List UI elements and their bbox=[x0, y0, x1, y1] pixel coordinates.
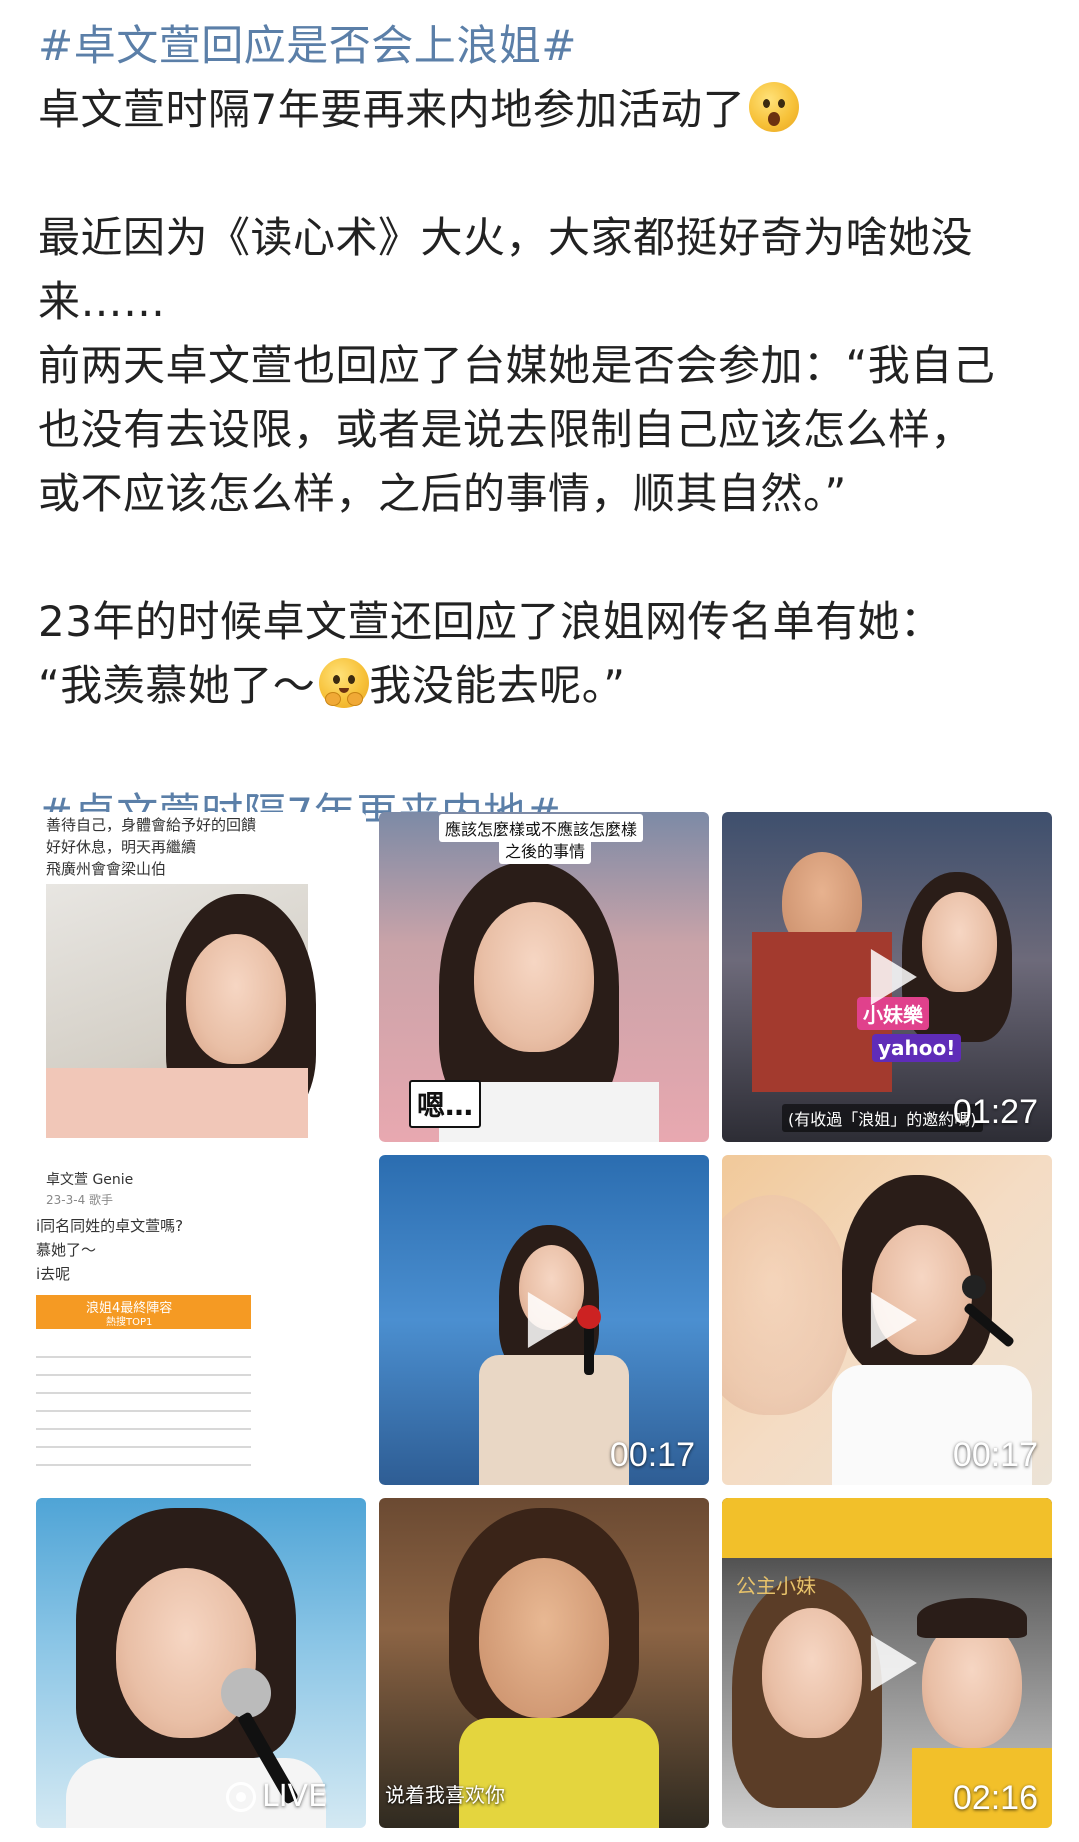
post-line: 最近因为《读心术》大火，大家都挺好奇为啥她没 bbox=[38, 213, 974, 262]
trending-banner: 浪姐4最終陣容 熱搜TOP1 bbox=[36, 1295, 251, 1329]
post-line: 也没有去设限，或者是说去限制自己应该怎么样， bbox=[38, 405, 974, 454]
screen-text-line: i同名同姓的卓文萱嗎? bbox=[36, 1217, 184, 1235]
screen-text-line: 善待自己，身體會給予好的回饋 bbox=[46, 816, 257, 834]
post-line: 卓文萱时隔7年要再来内地参加活动了 bbox=[38, 78, 1048, 142]
live-icon bbox=[226, 1781, 256, 1812]
post-line: 或不应该怎么样，之后的事情，顺其自然。” bbox=[38, 469, 847, 518]
live-badge: LIVE bbox=[226, 1779, 327, 1814]
play-icon bbox=[870, 949, 917, 1005]
screen-text-line: 飛廣州會會梁山伯 bbox=[46, 860, 167, 878]
screen-text-line: 卓文萱 Genie bbox=[46, 1172, 134, 1188]
post-line: 来…… bbox=[38, 277, 166, 326]
video-thumbnail[interactable]: 公主小妹 02:16 bbox=[722, 1498, 1052, 1828]
video-duration: 02:16 bbox=[952, 1779, 1038, 1817]
image-thumbnail[interactable]: 善待自己，身體會給予好的回饋 好好休息，明天再繼續 飛廣州會會梁山伯 bbox=[36, 812, 366, 1142]
post-line: 前两天卓文萱也回应了台媒她是否会参加：“我自己 bbox=[38, 341, 996, 390]
live-photo-thumbnail[interactable]: LIVE bbox=[36, 1498, 366, 1828]
screen-text-line: i去呢 bbox=[36, 1265, 71, 1283]
video-thumbnail[interactable]: 00:17 bbox=[722, 1155, 1052, 1485]
media-logo: yahoo! bbox=[872, 1034, 962, 1062]
play-icon bbox=[527, 1292, 574, 1348]
selfie-photo bbox=[46, 884, 316, 1138]
play-icon bbox=[870, 1635, 917, 1691]
screenshot-text-block bbox=[36, 1340, 251, 1480]
video-caption: 说着我喜欢你 bbox=[385, 1783, 505, 1807]
play-icon bbox=[870, 1292, 917, 1348]
image-thumbnail[interactable]: 说着我喜欢你 bbox=[379, 1498, 709, 1828]
show-watermark: 公主小妹 bbox=[736, 1574, 816, 1598]
video-thumbnail[interactable]: 小妹樂 yahoo! (有收過「浪姐」的邀約嗎) 01:27 bbox=[722, 812, 1052, 1142]
screen-text-line: 23-3-4 歌手 bbox=[46, 1193, 114, 1207]
video-duration: 00:17 bbox=[609, 1436, 695, 1474]
live-label: LIVE bbox=[262, 1779, 328, 1814]
hugging-face-emoji-icon bbox=[319, 658, 370, 708]
screen-text-line: 好好休息，明天再繼續 bbox=[46, 838, 197, 856]
video-caption: 之後的事情 bbox=[499, 836, 592, 864]
post-line: “我羡慕她了～ 我没能去呢。” bbox=[38, 654, 1048, 718]
topic-link[interactable]: #卓文萱回应是否会上浪姐# bbox=[38, 14, 1048, 78]
video-duration: 00:17 bbox=[952, 1436, 1038, 1474]
image-thumbnail[interactable]: 卓文萱 Genie 23-3-4 歌手 i同名同姓的卓文萱嗎? 慕她了～ i去呢… bbox=[36, 1155, 366, 1485]
video-duration: 01:27 bbox=[952, 1093, 1038, 1131]
post-body: #卓文萱回应是否会上浪姐# 卓文萱时隔7年要再来内地参加活动了 最近因为《读心术… bbox=[38, 14, 1048, 846]
video-caption: 嗯… bbox=[409, 1080, 482, 1128]
screen-text-line: 慕她了～ bbox=[36, 1241, 97, 1259]
video-thumbnail[interactable]: 00:17 bbox=[379, 1155, 709, 1485]
image-thumbnail[interactable]: 應該怎麼樣或不應該怎麼樣 之後的事情 嗯… bbox=[379, 812, 709, 1142]
post-line: 23年的时候卓文萱还回应了浪姐网传名单有她： bbox=[38, 597, 943, 646]
astonished-face-emoji-icon bbox=[749, 82, 800, 132]
